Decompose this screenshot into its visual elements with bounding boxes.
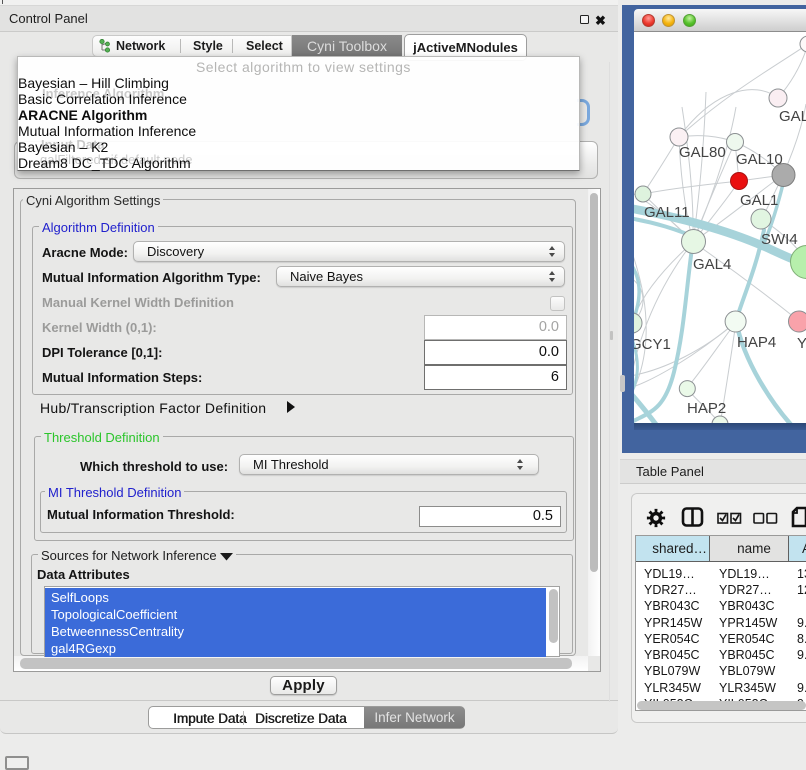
svg-text:SWI4: SWI4 [761, 231, 798, 248]
svg-text:GCY1: GCY1 [634, 336, 671, 353]
svg-text:GAL10: GAL10 [736, 151, 783, 168]
svg-text:GAL4: GAL4 [693, 256, 731, 273]
svg-text:HAP2: HAP2 [687, 400, 726, 417]
svg-text:GAL1: GAL1 [740, 192, 778, 209]
svg-text:GAL80: GAL80 [679, 144, 726, 161]
svg-text:Y: Y [797, 335, 806, 352]
svg-text:HAP4: HAP4 [737, 334, 776, 351]
svg-text:GAL2: GAL2 [779, 108, 806, 125]
svg-text:GAL11: GAL11 [644, 204, 690, 221]
